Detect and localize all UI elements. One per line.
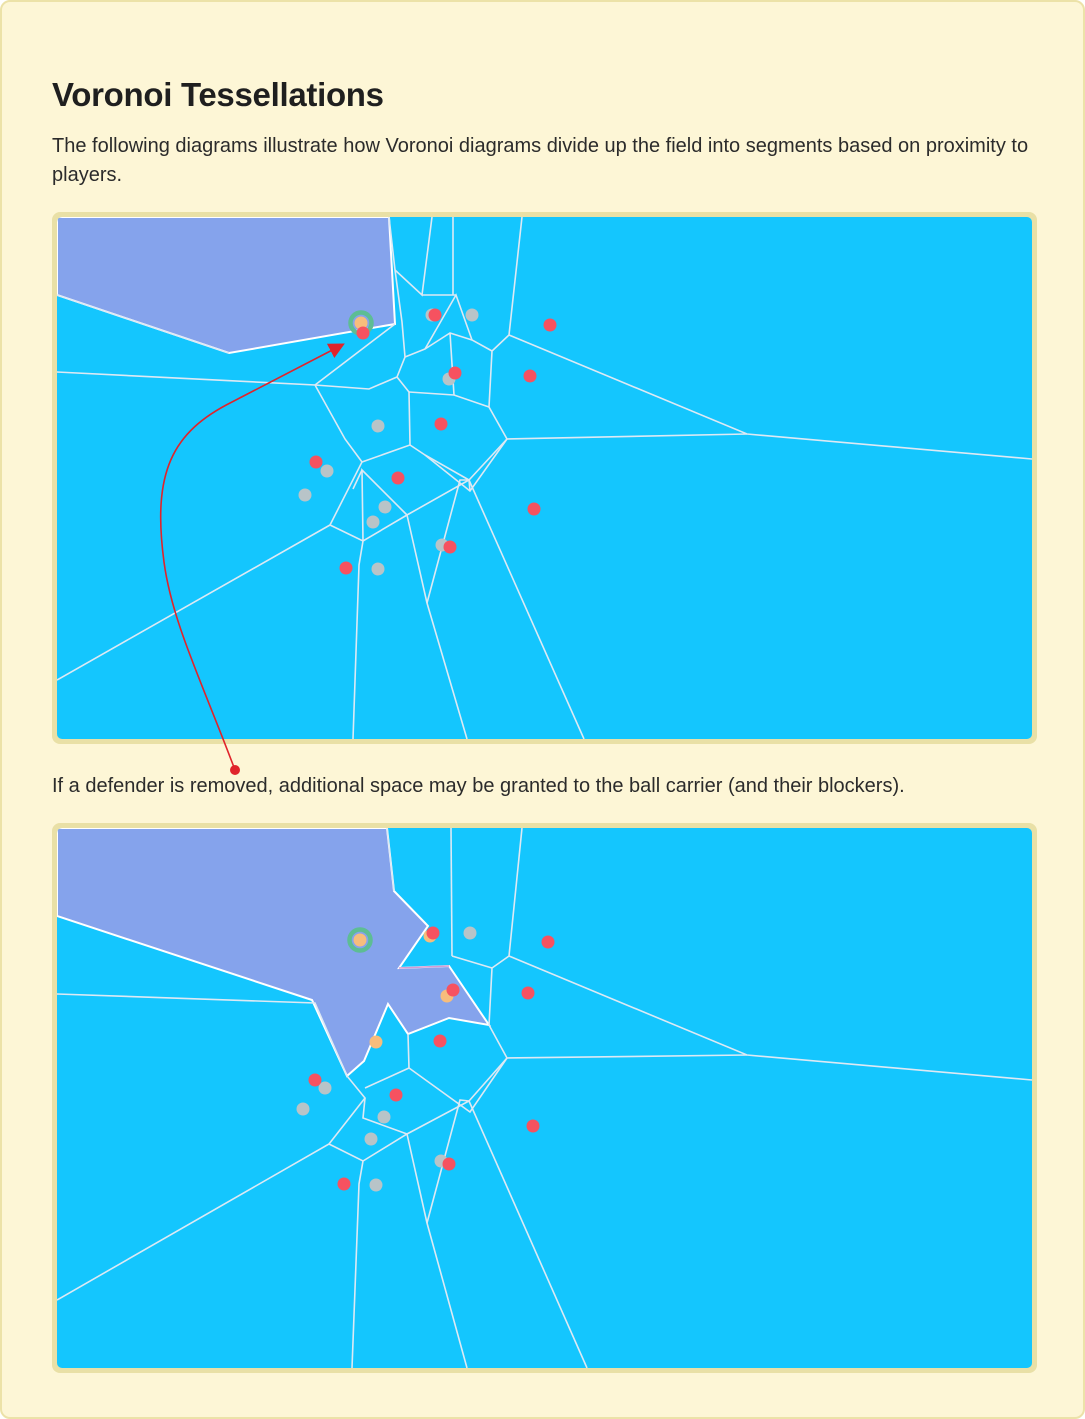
voronoi-field-after: [57, 828, 1032, 1368]
defender-marker: [434, 417, 448, 431]
defender-marker: [521, 986, 535, 1000]
voronoi-diagram-after: [52, 823, 1037, 1373]
offense-player-marker: [320, 464, 334, 478]
defender-marker: [448, 366, 462, 380]
defender-marker: [339, 561, 353, 575]
ball-carrier-marker: [353, 933, 367, 947]
defender-marker: [433, 1034, 447, 1048]
defender-marker: [308, 1073, 322, 1087]
offense-player-marker: [296, 1102, 310, 1116]
offense-player-marker: [369, 1178, 383, 1192]
offense-player-marker: [364, 1132, 378, 1146]
page-title: Voronoi Tessellations: [52, 76, 384, 113]
defender-marker: [337, 1177, 351, 1191]
voronoi-diagram-before: [52, 212, 1037, 744]
offense-player-marker: [298, 488, 312, 502]
defender-marker: [356, 326, 370, 340]
defender-marker: [446, 983, 460, 997]
offense-player-marker: [378, 500, 392, 514]
defender-marker: [543, 318, 557, 332]
defender-marker: [541, 935, 555, 949]
comparison-caption: If a defender is removed, additional spa…: [52, 775, 905, 797]
offense-player-marker: [377, 1110, 391, 1124]
defender-marker: [526, 1119, 540, 1133]
offense-player-marker: [366, 515, 380, 529]
offense-player-marker: [371, 562, 385, 576]
offense-player-marker: [463, 926, 477, 940]
defender-marker: [426, 926, 440, 940]
defender-marker: [442, 1157, 456, 1171]
defender-marker: [391, 471, 405, 485]
defender-marker: [523, 369, 537, 383]
defender-marker: [428, 308, 442, 322]
intro-paragraph: The following diagrams illustrate how Vo…: [52, 135, 1029, 186]
voronoi-field-before: [57, 217, 1032, 739]
offense-player-marker: [371, 419, 385, 433]
defender-marker: [443, 540, 457, 554]
content-card: Voronoi Tessellations The following diag…: [0, 0, 1085, 1419]
defender-marker: [309, 455, 323, 469]
defender-marker: [527, 502, 541, 516]
blocker-in-carrier-space-marker: [369, 1035, 383, 1049]
defender-marker: [389, 1088, 403, 1102]
offense-player-marker: [465, 308, 479, 322]
